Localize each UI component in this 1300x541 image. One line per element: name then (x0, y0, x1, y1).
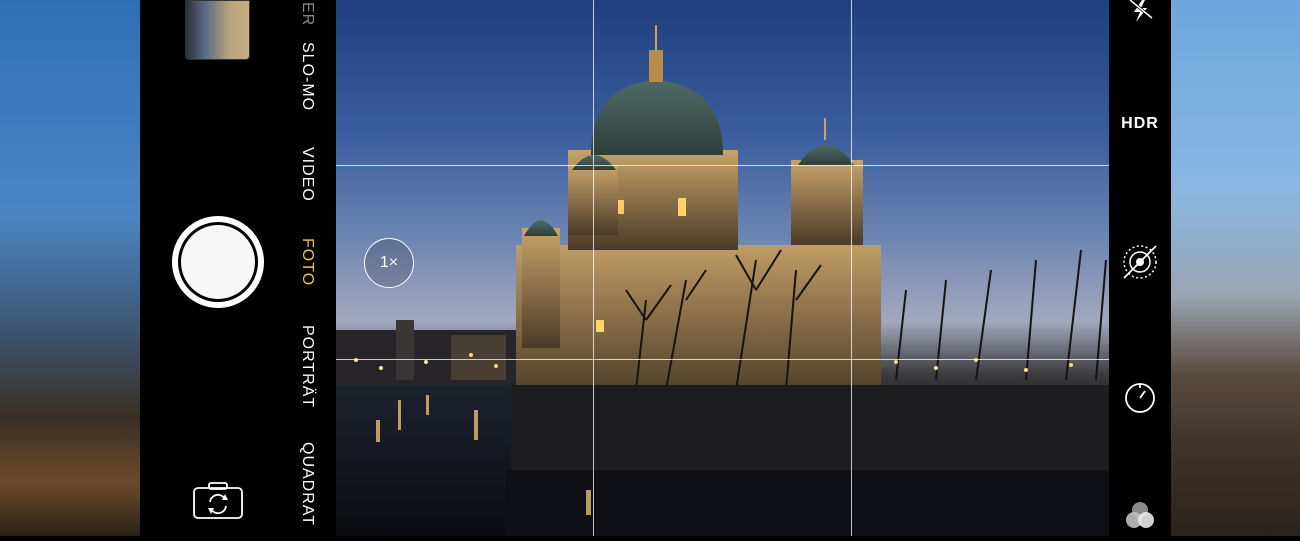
mode-portrait[interactable]: PORTRÄT (284, 322, 316, 412)
flash-off-icon[interactable] (1120, 0, 1160, 40)
grid-line-v1 (593, 0, 594, 536)
switch-camera-icon[interactable] (192, 480, 244, 520)
last-photo-thumbnail[interactable] (185, 0, 250, 60)
grid-line-h2 (336, 359, 1109, 360)
zoom-button[interactable]: 1× (364, 238, 414, 288)
grid-line-h1 (336, 165, 1109, 166)
mode-partial[interactable]: ER (284, 2, 316, 24)
shutter-button[interactable] (172, 216, 264, 308)
shutter-ring (178, 222, 258, 302)
blurred-background-right (1171, 0, 1300, 536)
blurred-background-left (0, 0, 140, 536)
shutter-inner (181, 225, 255, 299)
timer-icon[interactable] (1120, 378, 1160, 418)
mode-foto[interactable]: FOTO (284, 237, 316, 287)
filters-icon[interactable] (1120, 496, 1160, 536)
grid-line-v2 (851, 0, 852, 536)
mode-slo-mo[interactable]: SLO-MO (284, 42, 316, 112)
camera-mode-selector: ER SLO-MO VIDEO FOTO PORTRÄT QUADRAT (284, 0, 316, 536)
scene-image (336, 25, 1109, 536)
camera-viewfinder[interactable] (336, 0, 1109, 536)
live-photo-off-icon[interactable] (1120, 242, 1160, 282)
mode-quadrat[interactable]: QUADRAT (284, 442, 316, 526)
mode-video[interactable]: VIDEO (284, 143, 316, 205)
hdr-toggle[interactable]: HDR (1109, 115, 1171, 133)
